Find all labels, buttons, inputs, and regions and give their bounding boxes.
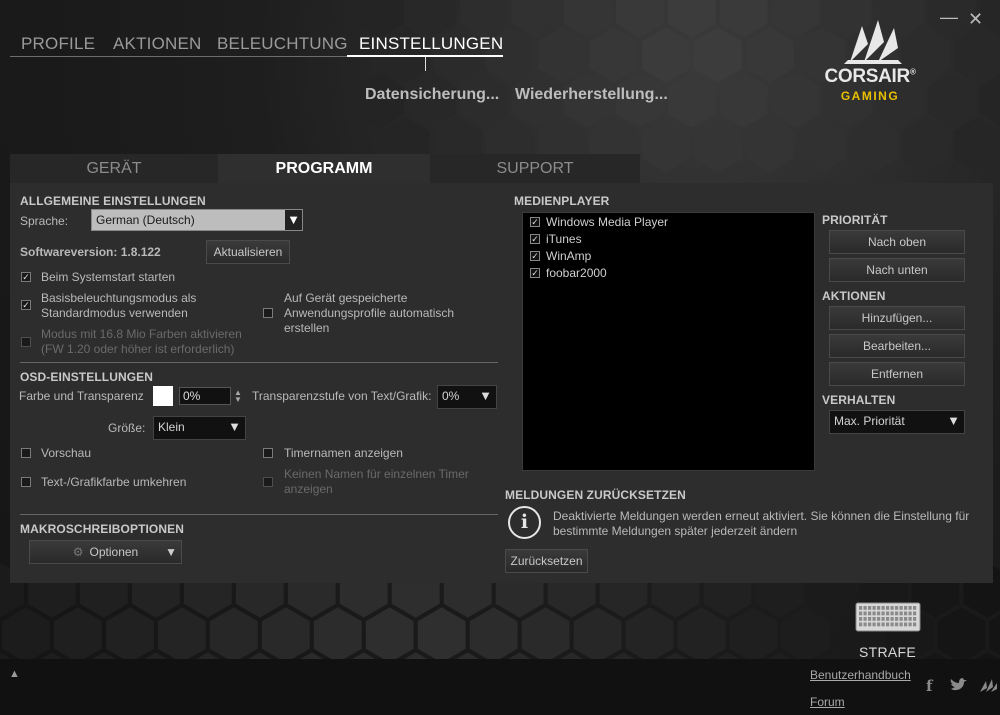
winamp-label: WinAmp xyxy=(546,249,592,263)
preview-checkbox[interactable] xyxy=(21,448,31,458)
reset-description: Deaktivierte Meldungen werden erneut akt… xyxy=(553,509,970,538)
preview-label: Vorschau xyxy=(41,446,92,460)
tab-support[interactable]: SUPPORT xyxy=(430,154,640,183)
edit-button[interactable]: Bearbeiten... xyxy=(829,334,965,358)
text-transparency-select[interactable]: 0% ▼ xyxy=(437,385,497,409)
invert-color-label: Text-/Grafikfarbe umkehren xyxy=(41,475,187,489)
reset-button[interactable]: Zurücksetzen xyxy=(505,549,588,573)
foobar-label: foobar2000 xyxy=(546,266,607,280)
winamp-checkbox[interactable]: ✓ xyxy=(530,250,540,261)
behavior-heading: VERHALTEN xyxy=(822,393,896,407)
chevron-down-icon: ▼ xyxy=(479,388,492,403)
software-version: Softwareversion: 1.8.122 xyxy=(20,245,161,259)
divider xyxy=(20,362,498,363)
spinner-arrows-icon[interactable]: ▲ ▼ xyxy=(234,389,242,404)
brand-sub: GAMING xyxy=(840,89,900,103)
timer-names-label: Timernamen anzeigen xyxy=(284,446,403,460)
user-manual-link[interactable]: Benutzerhandbuch xyxy=(810,668,911,682)
reset-messages-heading: MELDUNGEN ZURÜCKSETZEN xyxy=(505,488,686,502)
nav-tab-settings[interactable]: EINSTELLUNGEN xyxy=(359,34,503,54)
info-icon: i xyxy=(508,506,541,539)
chevron-down-icon: ▼ xyxy=(165,545,177,559)
media-player-heading: MEDIENPLAYER xyxy=(514,194,610,208)
move-down-button[interactable]: Nach unten xyxy=(829,258,965,282)
settings-tabs: GERÄT PROGRAMM SUPPORT xyxy=(10,154,640,183)
timer-names-checkbox[interactable] xyxy=(263,448,273,458)
macro-options-dropdown[interactable]: ⚙ Optionen ▼ xyxy=(29,540,182,564)
itunes-checkbox[interactable]: ✓ xyxy=(530,233,540,244)
keyboard-icon[interactable] xyxy=(855,600,921,634)
chevron-down-icon: ▼ xyxy=(285,210,302,230)
gear-icon: ⚙ xyxy=(72,545,84,559)
nav-connector xyxy=(425,57,426,71)
nav-tab-actions[interactable]: AKTIONEN xyxy=(113,34,202,54)
corsair-sails-icon[interactable] xyxy=(978,679,998,697)
language-label: Sprache: xyxy=(20,214,69,228)
priority-heading: PRIORITÄT xyxy=(822,213,888,227)
base-lighting-label: Basisbeleuchtungsmodus als Standardmodus… xyxy=(41,291,197,320)
actions-heading: AKTIONEN xyxy=(822,289,886,303)
single-timer-checkbox[interactable] xyxy=(263,477,273,487)
tab-program[interactable]: PROGRAMM xyxy=(218,154,430,183)
list-item[interactable]: ✓ iTunes xyxy=(530,232,582,246)
remove-button[interactable]: Entfernen xyxy=(829,362,965,386)
expand-up-icon[interactable]: ▲ xyxy=(9,668,20,680)
device-name[interactable]: STRAFE xyxy=(840,644,935,660)
size-label: Größe: xyxy=(108,421,146,435)
brand-name: CORSAIR® xyxy=(824,66,916,87)
color-mode-checkbox[interactable] xyxy=(21,337,31,347)
list-item[interactable]: ✓ Windows Media Player xyxy=(530,215,668,229)
general-settings-heading: ALLGEMEINE EINSTELLUNGEN xyxy=(20,194,206,208)
nav-tab-lighting[interactable]: BELEUCHTUNG xyxy=(217,34,348,54)
corsair-gaming-logo: CORSAIR® GAMING xyxy=(818,14,922,104)
single-timer-label: Keinen Namen für einzelnen Timer anzeige… xyxy=(284,467,469,496)
itunes-label: iTunes xyxy=(546,232,582,246)
forum-link[interactable]: Forum xyxy=(810,695,845,709)
base-lighting-checkbox[interactable]: ✓ xyxy=(21,300,31,310)
sails-icon xyxy=(844,20,902,64)
language-select[interactable]: German (Deutsch) ▼ xyxy=(91,209,303,231)
foobar-checkbox[interactable]: ✓ xyxy=(530,267,540,278)
options-label: Optionen xyxy=(89,545,139,559)
close-button[interactable]: ✕ xyxy=(968,10,983,28)
wmp-checkbox[interactable]: ✓ xyxy=(530,216,540,227)
facebook-icon[interactable]: f xyxy=(926,677,932,695)
chevron-down-icon: ▼ xyxy=(947,413,960,428)
language-value: German (Deutsch) xyxy=(96,213,195,227)
backup-link[interactable]: Datensicherung... xyxy=(365,86,499,104)
auto-profiles-checkbox[interactable] xyxy=(263,308,273,318)
transparency-input[interactable]: 0% xyxy=(179,387,231,405)
nav-tab-profile[interactable]: PROFILE xyxy=(21,34,95,54)
list-item[interactable]: ✓ foobar2000 xyxy=(530,266,607,280)
color-swatch[interactable] xyxy=(153,386,173,406)
color-mode-label: Modus mit 16.8 Mio Farben aktivieren (FW… xyxy=(41,327,242,356)
add-button[interactable]: Hinzufügen... xyxy=(829,306,965,330)
wmp-label: Windows Media Player xyxy=(546,215,669,229)
behavior-value: Max. Priorität xyxy=(834,414,905,428)
autostart-label: Beim Systemstart starten xyxy=(41,270,176,284)
autostart-checkbox[interactable]: ✓ xyxy=(21,272,31,282)
size-value: Klein xyxy=(158,420,185,434)
update-button[interactable]: Aktualisieren xyxy=(206,240,290,264)
text-transparency-label: Transparenzstufe von Text/Grafik: xyxy=(252,389,432,403)
main-navigation: PROFILE AKTIONEN BELEUCHTUNG EINSTELLUNG… xyxy=(10,30,503,57)
size-select[interactable]: Klein ▼ xyxy=(153,416,246,440)
tab-device[interactable]: GERÄT xyxy=(10,154,218,183)
restore-link[interactable]: Wiederherstellung... xyxy=(515,86,668,104)
auto-profiles-label: Auf Gerät gespeicherte Anwendungsprofile… xyxy=(284,291,455,335)
media-player-list[interactable]: ✓ Windows Media Player ✓ iTunes ✓ WinAmp ✓ f… xyxy=(522,212,815,471)
chevron-down-icon: ▼ xyxy=(228,419,241,434)
list-item[interactable]: ✓ WinAmp xyxy=(530,249,591,263)
color-transparency-label: Farbe und Transparenz xyxy=(19,389,144,403)
twitter-icon[interactable] xyxy=(950,678,968,696)
minimize-button[interactable]: — xyxy=(940,8,958,26)
text-transparency-value: 0% xyxy=(442,389,460,403)
invert-color-checkbox[interactable] xyxy=(21,477,31,487)
move-up-button[interactable]: Nach oben xyxy=(829,230,965,254)
macro-options-heading: MAKROSCHREIBOPTIONEN xyxy=(20,522,185,536)
corsair-app-window: — ✕ PROFILE AKTIONEN BELEUCHTUNG EINSTEL… xyxy=(0,0,1000,715)
behavior-select[interactable]: Max. Priorität ▼ xyxy=(829,410,965,434)
divider xyxy=(20,514,498,515)
osd-settings-heading: OSD-EINSTELLUNGEN xyxy=(20,370,154,384)
